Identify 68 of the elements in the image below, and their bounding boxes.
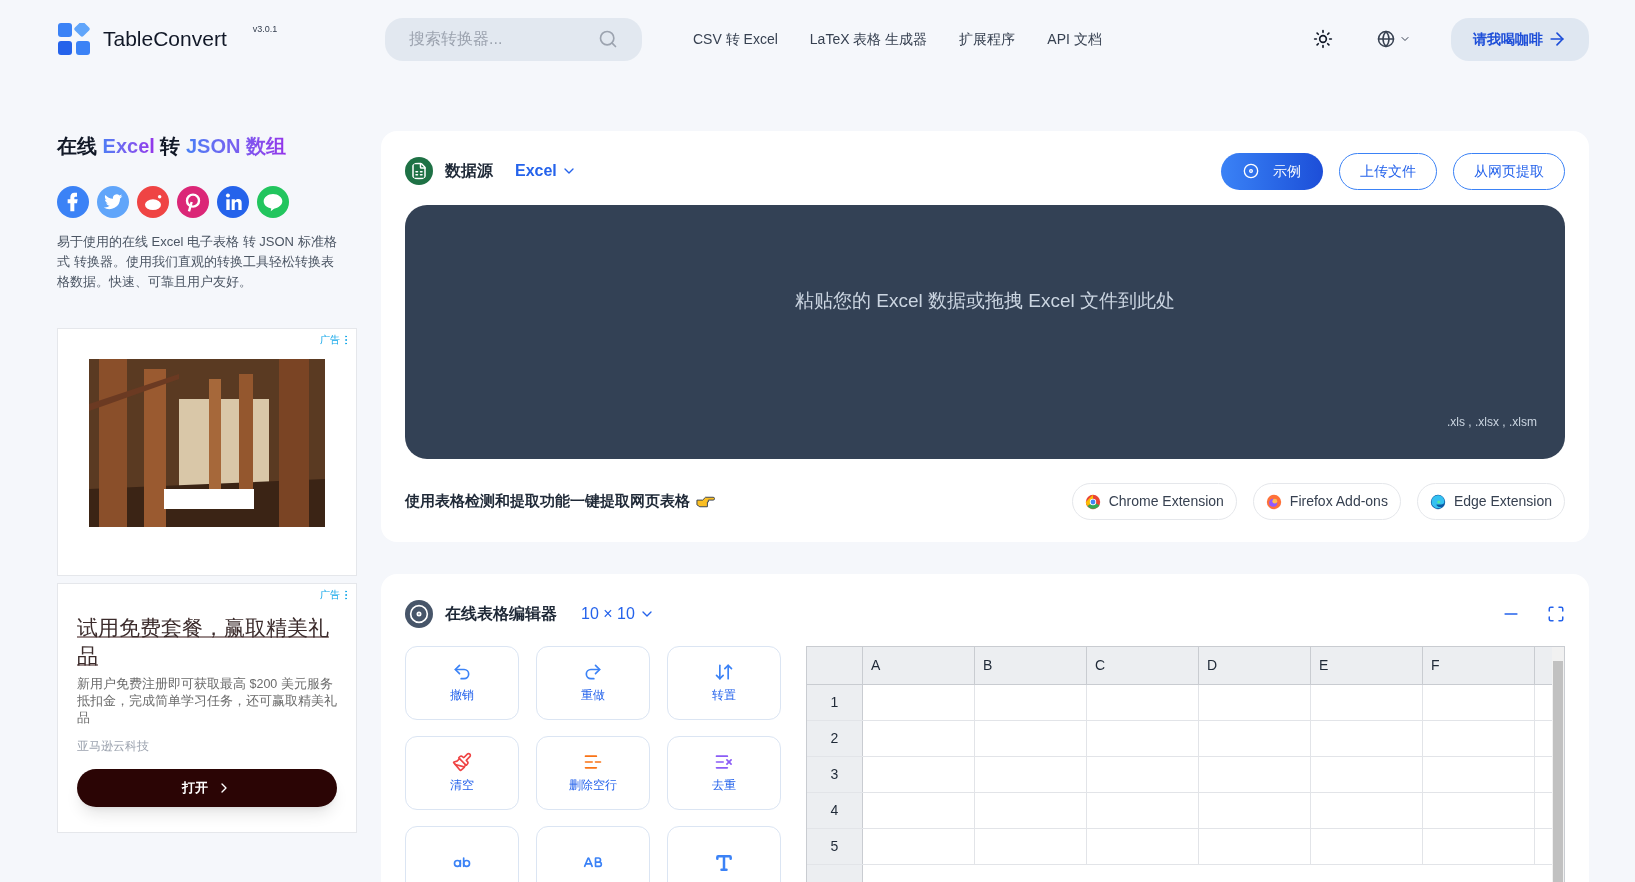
row-header[interactable]: 1 bbox=[807, 685, 863, 720]
twitter-icon[interactable] bbox=[97, 186, 129, 218]
extension-link[interactable]: Chrome Extension bbox=[1071, 483, 1237, 520]
nav-link[interactable]: LaTeX 表格 生成器 bbox=[809, 28, 928, 50]
excel-icon bbox=[405, 157, 433, 185]
extract-hint: 使用表格检测和提取功能一键提取网页表格 bbox=[405, 491, 690, 512]
column-header[interactable]: B bbox=[975, 647, 1087, 684]
extension-link[interactable]: Edge Extension bbox=[1416, 483, 1565, 520]
column-header[interactable]: C bbox=[1087, 647, 1199, 684]
source-button[interactable]: 上传文件 bbox=[1339, 152, 1437, 190]
theme-icon[interactable] bbox=[1313, 29, 1333, 49]
pointing-hand-icon bbox=[696, 494, 715, 509]
description: 易于使用的在线 Excel 电子表格 转 JSON 标准格式 转换器。使用我们直观的转换工具轻松转换表格数据。快速、可靠且用户友好。 bbox=[57, 233, 338, 291]
size-dropdown[interactable]: 10 × 10 bbox=[581, 602, 655, 626]
open-button[interactable]: 打开 bbox=[77, 769, 337, 807]
tool-button[interactable] bbox=[536, 826, 650, 882]
drop-zone-text: 粘贴您的 Excel 数据或拖拽 Excel 文件到此处 bbox=[794, 288, 1175, 313]
coffee-button[interactable]: 请我喝咖啡 bbox=[1451, 17, 1589, 61]
fullscreen-icon[interactable] bbox=[1547, 605, 1565, 623]
column-header[interactable]: F bbox=[1423, 647, 1535, 684]
language-selector[interactable] bbox=[1377, 30, 1411, 48]
extension-link[interactable]: Firefox Add-ons bbox=[1252, 483, 1401, 520]
facebook-icon[interactable] bbox=[57, 186, 89, 218]
firefox-icon bbox=[1265, 493, 1282, 510]
format-dropdown[interactable]: Excel bbox=[515, 159, 577, 183]
tool-button[interactable]: 转置 bbox=[667, 646, 781, 720]
column-header[interactable]: A bbox=[863, 647, 975, 684]
section-title: 数据源 bbox=[445, 161, 493, 181]
tool-button[interactable]: 撤销 bbox=[405, 646, 519, 720]
drop-zone[interactable]: 粘贴您的 Excel 数据或拖拽 Excel 文件到此处 .xls , .xlsx , .xlsm bbox=[405, 205, 1565, 459]
row-header[interactable]: 5 bbox=[807, 829, 863, 864]
tool-button[interactable] bbox=[405, 826, 519, 882]
nav-link[interactable]: 扩展程序 bbox=[959, 28, 1016, 50]
tool-button[interactable]: 去重 bbox=[667, 736, 781, 810]
chrome-icon bbox=[1084, 493, 1101, 510]
row-header[interactable]: 2 bbox=[807, 721, 863, 756]
scrollbar[interactable] bbox=[1552, 647, 1564, 882]
advertiser-name: 亚马逊云科技 bbox=[77, 738, 150, 755]
version-label: v3.0.1 bbox=[252, 23, 278, 37]
ad-body: 新用户免费注册即可获取最高 $200 美元服务抵扣金，完成简单学习任务，还可赢取精美礼品 bbox=[77, 676, 337, 727]
source-button[interactable]: 从网页提取 bbox=[1453, 152, 1565, 190]
disc-icon bbox=[1243, 163, 1259, 179]
row-header[interactable]: 4 bbox=[807, 793, 863, 828]
nav-link[interactable]: CSV 转 Excel bbox=[693, 28, 778, 50]
file-extensions: .xls , .xlsx , .xlsm bbox=[1447, 414, 1537, 431]
tool-button[interactable]: 清空 bbox=[405, 736, 519, 810]
search-icon[interactable] bbox=[598, 29, 618, 49]
tool-button[interactable]: 删除空行 bbox=[536, 736, 650, 810]
tool-button[interactable] bbox=[667, 826, 781, 882]
edge-icon bbox=[1429, 493, 1446, 510]
reddit-icon[interactable] bbox=[137, 186, 169, 218]
page-title: 在线 Excel 转 JSON 数组 bbox=[57, 134, 287, 159]
pinterest-icon[interactable] bbox=[177, 186, 209, 218]
tool-button[interactable]: 重做 bbox=[536, 646, 650, 720]
ad-headline[interactable]: 试用免费套餐，赢取精美礼品 bbox=[77, 614, 337, 670]
logo-icon[interactable] bbox=[58, 23, 90, 55]
search-input[interactable]: 搜索转换器... bbox=[409, 27, 598, 51]
globe-icon bbox=[1377, 30, 1395, 48]
column-header[interactable]: E bbox=[1311, 647, 1423, 684]
nav-link[interactable]: API 文档 bbox=[1047, 28, 1102, 50]
editor-icon bbox=[405, 600, 433, 628]
logo-text[interactable]: TableConvert bbox=[103, 23, 227, 55]
column-header[interactable]: D bbox=[1199, 647, 1311, 684]
search-field[interactable]: 搜索转换器... bbox=[385, 17, 642, 61]
section-title: 在线表格编辑器 bbox=[445, 604, 557, 624]
example-button[interactable]: 示例 bbox=[1221, 152, 1323, 190]
linkedin-icon[interactable] bbox=[217, 186, 249, 218]
row-header[interactable]: 3 bbox=[807, 757, 863, 792]
